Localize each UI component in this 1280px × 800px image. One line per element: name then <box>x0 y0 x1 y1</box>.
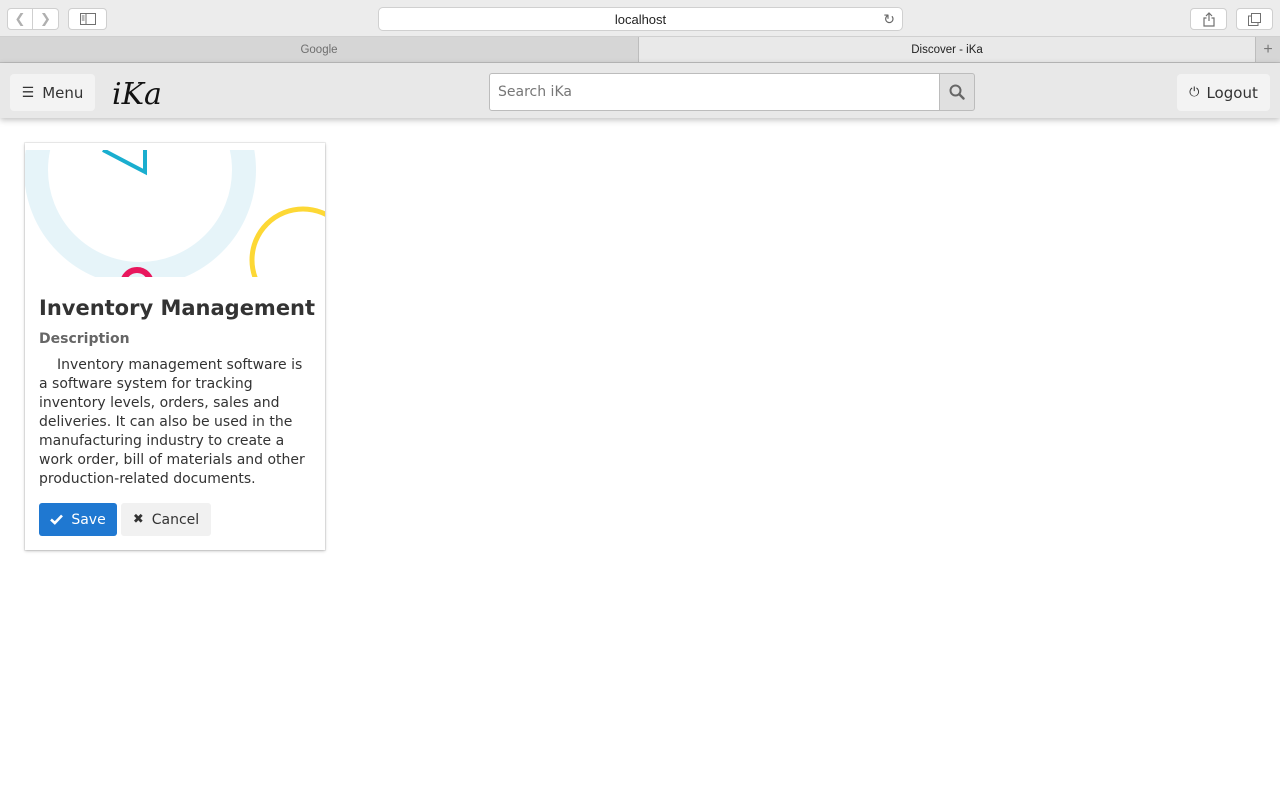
cancel-label: Cancel <box>151 511 200 528</box>
tabs-icon <box>1248 12 1261 26</box>
chevron-left-icon: ❮ <box>14 11 26 27</box>
back-button[interactable]: ❮ <box>7 8 33 30</box>
chevron-right-icon: ❯ <box>40 11 51 27</box>
address-text: localhost <box>614 11 667 27</box>
plus-icon: + <box>1263 40 1273 58</box>
logout-label: Logout <box>1206 83 1258 102</box>
save-button[interactable]: Save <box>39 503 117 536</box>
card-image <box>25 150 325 277</box>
logo[interactable]: iKa <box>112 77 162 112</box>
hamburger-icon: ☰ <box>21 84 35 101</box>
close-icon: ✖ <box>132 512 144 527</box>
tab-label: Google <box>300 43 338 56</box>
search-icon <box>949 84 965 100</box>
app-card: Inventory Management Description Invento… <box>25 143 325 550</box>
browser-toolbar: ❮ ❯ localhost ↻ <box>0 0 1280 37</box>
sidebar-toggle-button[interactable] <box>68 8 107 30</box>
description-text: Inventory management software is a softw… <box>39 357 305 487</box>
decorative-shapes <box>25 150 325 277</box>
tab-google[interactable]: Google <box>0 37 639 62</box>
reload-icon[interactable]: ↻ <box>883 11 895 28</box>
save-label: Save <box>71 511 106 528</box>
forward-button[interactable]: ❯ <box>33 8 59 30</box>
card-title: Inventory Management <box>39 296 316 320</box>
menu-button[interactable]: ☰ Menu <box>10 74 95 111</box>
app-header: ☰ Menu iKa ⏻ Logout <box>0 63 1280 118</box>
tab-strip: Google Discover - iKa + <box>0 37 1280 63</box>
tab-label: Discover - iKa <box>911 43 983 56</box>
search-button[interactable] <box>939 73 975 111</box>
address-bar[interactable]: localhost ↻ <box>378 7 903 31</box>
menu-label: Menu <box>42 83 84 102</box>
new-tab-button[interactable]: + <box>1255 37 1280 62</box>
share-icon <box>1202 11 1215 27</box>
share-button[interactable] <box>1190 8 1227 30</box>
show-tabs-button[interactable] <box>1236 8 1273 30</box>
check-icon <box>50 514 64 525</box>
logout-button[interactable]: ⏻ Logout <box>1177 74 1270 111</box>
power-icon: ⏻ <box>1189 85 1200 100</box>
sidebar-icon <box>79 13 96 25</box>
search-input[interactable] <box>489 73 940 111</box>
tab-discover-ika[interactable]: Discover - iKa <box>639 37 1255 62</box>
cancel-button[interactable]: ✖ Cancel <box>121 503 211 536</box>
description-label: Description <box>39 331 130 347</box>
